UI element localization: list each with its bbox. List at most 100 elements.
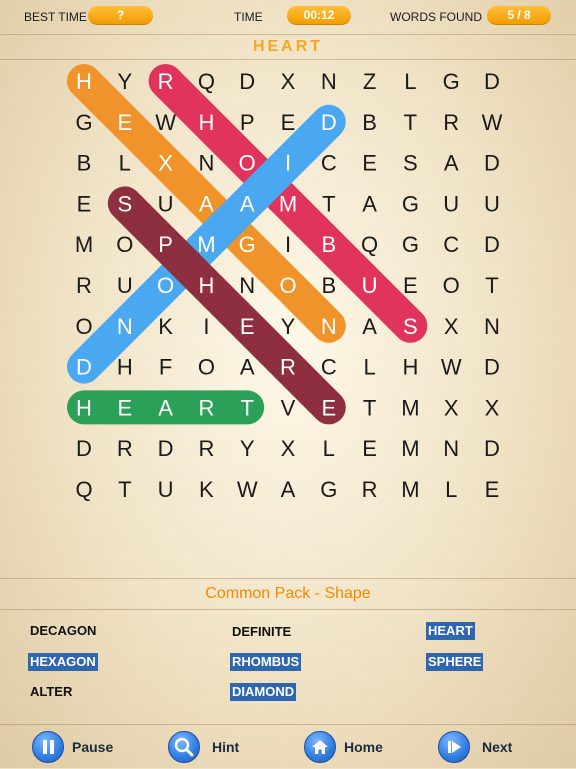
grid-cell-8-4[interactable]: T bbox=[240, 395, 253, 420]
grid-cell-9-2[interactable]: D bbox=[158, 436, 174, 461]
grid-cell-9-10[interactable]: D bbox=[484, 436, 500, 461]
grid-cell-3-5[interactable]: M bbox=[279, 191, 297, 216]
grid-cell-6-6[interactable]: N bbox=[321, 314, 337, 339]
grid-cell-7-1[interactable]: H bbox=[117, 355, 133, 380]
grid-cell-4-9[interactable]: C bbox=[443, 232, 459, 257]
grid-cell-1-3[interactable]: H bbox=[198, 110, 214, 135]
grid-cell-1-10[interactable]: W bbox=[482, 110, 503, 135]
grid-cell-7-4[interactable]: A bbox=[240, 355, 255, 380]
grid-cell-3-2[interactable]: U bbox=[158, 191, 174, 216]
grid-cell-10-2[interactable]: U bbox=[158, 477, 174, 502]
grid-cell-6-2[interactable]: K bbox=[158, 314, 173, 339]
grid-cell-10-7[interactable]: R bbox=[362, 477, 378, 502]
grid-cell-4-5[interactable]: I bbox=[285, 232, 291, 257]
grid-cell-0-1[interactable]: Y bbox=[117, 69, 132, 94]
grid-cell-2-7[interactable]: E bbox=[362, 151, 377, 176]
grid-cell-5-3[interactable]: H bbox=[198, 273, 214, 298]
grid-cell-4-4[interactable]: G bbox=[239, 232, 256, 257]
grid-cell-9-9[interactable]: N bbox=[443, 436, 459, 461]
grid-cell-6-9[interactable]: X bbox=[444, 314, 459, 339]
grid-cell-3-8[interactable]: G bbox=[402, 191, 419, 216]
grid-cell-7-10[interactable]: D bbox=[484, 355, 500, 380]
grid-cell-3-1[interactable]: S bbox=[117, 191, 132, 216]
grid-cell-0-2[interactable]: R bbox=[158, 69, 174, 94]
grid-cell-6-0[interactable]: O bbox=[75, 314, 92, 339]
grid-cell-8-5[interactable]: V bbox=[281, 395, 296, 420]
grid-cell-2-9[interactable]: A bbox=[444, 151, 459, 176]
grid-cell-3-0[interactable]: E bbox=[77, 191, 92, 216]
grid-cell-1-6[interactable]: D bbox=[321, 110, 337, 135]
grid-cell-2-10[interactable]: D bbox=[484, 151, 500, 176]
grid-cell-0-4[interactable]: D bbox=[239, 69, 255, 94]
grid-cell-8-7[interactable]: T bbox=[363, 395, 376, 420]
grid-cell-1-8[interactable]: T bbox=[404, 110, 417, 135]
grid-cell-10-8[interactable]: M bbox=[401, 477, 419, 502]
grid-cell-10-10[interactable]: E bbox=[485, 477, 500, 502]
grid-cell-8-6[interactable]: E bbox=[321, 395, 336, 420]
grid-cell-5-7[interactable]: U bbox=[362, 273, 378, 298]
grid-cell-0-7[interactable]: Z bbox=[363, 69, 376, 94]
grid-cell-3-6[interactable]: T bbox=[322, 191, 335, 216]
grid-cell-10-9[interactable]: L bbox=[445, 477, 457, 502]
grid-cell-6-3[interactable]: I bbox=[203, 314, 209, 339]
grid-cell-6-10[interactable]: N bbox=[484, 314, 500, 339]
grid-cell-5-4[interactable]: N bbox=[239, 273, 255, 298]
grid-cell-7-5[interactable]: R bbox=[280, 355, 296, 380]
grid-cell-8-3[interactable]: R bbox=[198, 395, 214, 420]
grid-cell-10-4[interactable]: W bbox=[237, 477, 258, 502]
grid-cell-7-2[interactable]: F bbox=[159, 355, 172, 380]
grid-cell-0-0[interactable]: H bbox=[76, 69, 92, 94]
grid-cell-9-7[interactable]: E bbox=[362, 436, 377, 461]
grid-cell-0-9[interactable]: G bbox=[443, 69, 460, 94]
grid-cell-0-3[interactable]: Q bbox=[198, 69, 215, 94]
grid-cell-6-1[interactable]: N bbox=[117, 314, 133, 339]
grid-cell-5-5[interactable]: O bbox=[279, 273, 296, 298]
grid-cell-10-1[interactable]: T bbox=[118, 477, 131, 502]
grid-cell-9-8[interactable]: M bbox=[401, 436, 419, 461]
grid-cell-5-8[interactable]: E bbox=[403, 273, 418, 298]
grid-cell-7-3[interactable]: O bbox=[198, 355, 215, 380]
grid-cell-7-7[interactable]: L bbox=[363, 355, 375, 380]
grid-cell-10-5[interactable]: A bbox=[281, 477, 296, 502]
grid-cell-3-7[interactable]: A bbox=[362, 191, 377, 216]
grid-cell-4-10[interactable]: D bbox=[484, 232, 500, 257]
grid-cell-7-0[interactable]: D bbox=[76, 355, 92, 380]
grid-cell-4-1[interactable]: O bbox=[116, 232, 133, 257]
grid-cell-9-6[interactable]: L bbox=[323, 436, 335, 461]
grid-cell-8-0[interactable]: H bbox=[76, 395, 92, 420]
grid-cell-1-1[interactable]: E bbox=[117, 110, 132, 135]
grid-cell-9-5[interactable]: X bbox=[281, 436, 296, 461]
grid-cell-10-6[interactable]: G bbox=[320, 477, 337, 502]
grid-cell-6-5[interactable]: Y bbox=[281, 314, 296, 339]
grid-cell-2-3[interactable]: N bbox=[198, 151, 214, 176]
grid-cell-7-8[interactable]: H bbox=[402, 355, 418, 380]
grid-cell-4-3[interactable]: M bbox=[197, 232, 215, 257]
grid-cell-0-5[interactable]: X bbox=[281, 69, 296, 94]
grid-cell-2-6[interactable]: C bbox=[321, 151, 337, 176]
grid-cell-2-1[interactable]: L bbox=[119, 151, 131, 176]
grid-cell-8-2[interactable]: A bbox=[158, 395, 173, 420]
grid-cell-5-2[interactable]: O bbox=[157, 273, 174, 298]
grid-cell-0-8[interactable]: L bbox=[404, 69, 416, 94]
grid-cell-5-9[interactable]: O bbox=[443, 273, 460, 298]
grid-cell-4-2[interactable]: P bbox=[158, 232, 173, 257]
grid-cell-4-6[interactable]: B bbox=[321, 232, 336, 257]
grid-cell-5-10[interactable]: T bbox=[485, 273, 498, 298]
grid-cell-3-4[interactable]: A bbox=[240, 191, 255, 216]
grid-cell-9-1[interactable]: R bbox=[117, 436, 133, 461]
grid-cell-8-8[interactable]: M bbox=[401, 395, 419, 420]
letter-grid[interactable]: H Y R Q D X N Z L G DG E W H P E D B T R WB L X N O I C E S A DE S U A A M T… bbox=[0, 0, 576, 578]
grid-cell-5-0[interactable]: R bbox=[76, 273, 92, 298]
grid-cell-2-2[interactable]: X bbox=[158, 151, 173, 176]
grid-cell-1-9[interactable]: R bbox=[443, 110, 459, 135]
grid-cell-9-3[interactable]: R bbox=[198, 436, 214, 461]
grid-cell-3-10[interactable]: U bbox=[484, 191, 500, 216]
grid-cell-2-0[interactable]: B bbox=[77, 151, 92, 176]
grid-cell-2-5[interactable]: I bbox=[285, 151, 291, 176]
grid-cell-8-10[interactable]: X bbox=[485, 395, 500, 420]
grid-cell-3-9[interactable]: U bbox=[443, 191, 459, 216]
grid-cell-9-0[interactable]: D bbox=[76, 436, 92, 461]
grid-cell-4-8[interactable]: G bbox=[402, 232, 419, 257]
grid-cell-1-4[interactable]: P bbox=[240, 110, 255, 135]
grid-cell-2-4[interactable]: O bbox=[239, 151, 256, 176]
